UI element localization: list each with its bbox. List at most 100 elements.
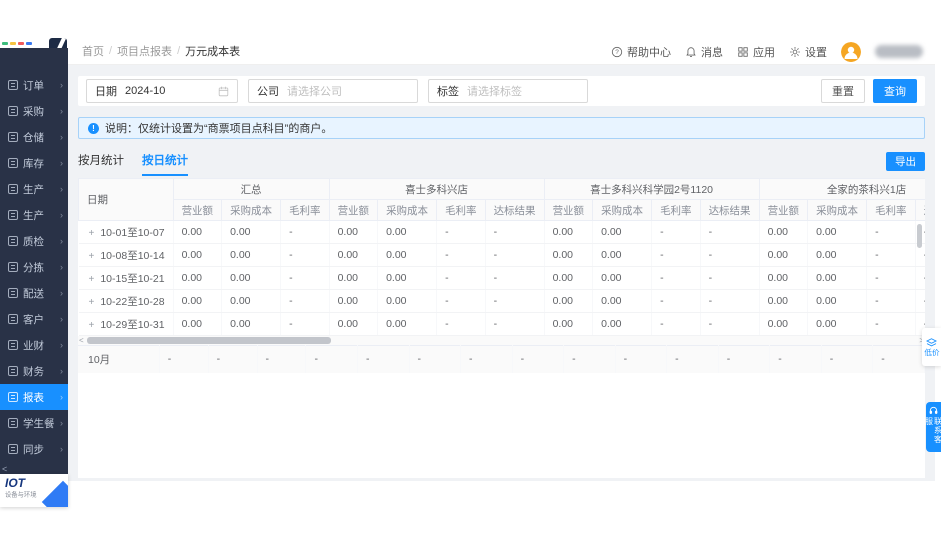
table-cell: - xyxy=(866,312,916,336)
cost-table: 日期 汇总 喜士多科兴店 喜士多科兴科学园2号1120 全家的茶科兴1店 营业额 采购成本毛… xyxy=(78,178,925,336)
sidebar-item-reports[interactable]: 报表 › xyxy=(0,384,68,410)
reports-icon xyxy=(8,392,18,402)
sidebar-item-student-meal[interactable]: 学生餐 › xyxy=(0,410,68,436)
export-button[interactable]: 导出 xyxy=(886,152,925,171)
sidebar-item-label: 分拣 xyxy=(23,261,44,274)
topbar-action-help-center[interactable]: ? 帮助中心 xyxy=(611,44,671,60)
expand-row-icon[interactable]: + xyxy=(89,274,95,285)
sidebar-item-production-2[interactable]: 生产 › xyxy=(0,202,68,228)
query-button[interactable]: 查询 xyxy=(873,79,917,103)
expand-row-icon[interactable]: + xyxy=(89,297,95,308)
column-header-2-0: 营业额 xyxy=(543,199,594,221)
table-cell: 0.00 xyxy=(377,220,438,244)
table-cell: 0.00 xyxy=(329,220,379,244)
reset-button[interactable]: 重置 xyxy=(821,79,865,103)
sidebar-item-label: 采购 xyxy=(23,105,44,118)
sidebar-item-purchase[interactable]: 采购 › xyxy=(0,98,68,124)
summary-cell: - xyxy=(563,345,616,373)
column-header-2-2: 毛利率 xyxy=(651,199,701,221)
sidebar-item-finance[interactable]: 财务 › xyxy=(0,358,68,384)
breadcrumb-item[interactable]: 首页 xyxy=(82,43,104,59)
sidebar-item-customers[interactable]: 客户 › xyxy=(0,306,68,332)
sidebar-item-label: 仓储 xyxy=(23,131,44,144)
customers-icon xyxy=(8,314,18,324)
sidebar-item-orders[interactable]: 订单 › xyxy=(0,72,68,98)
tab-monthly[interactable]: 按月统计 xyxy=(78,152,124,176)
table-cell: 0.00 xyxy=(173,243,223,267)
summary-table: 10月 - - - - - - - - - - - - - - - xyxy=(78,345,925,373)
table-cell: 0.00 xyxy=(377,312,438,336)
filter-bar: 日期 2024-10 公司 请选择公司 标签 请选择标签 重置 查询 xyxy=(78,76,925,106)
app-grid-icon xyxy=(737,46,749,58)
column-group-header-3: 全家的茶科兴1店 xyxy=(758,178,925,200)
table-cell: 0.00 xyxy=(544,243,594,267)
table-cell: - xyxy=(485,266,545,290)
vertical-scrollbar-thumb[interactable] xyxy=(917,224,922,248)
sidebar-item-inventory[interactable]: 库存 › xyxy=(0,150,68,176)
table-cell: 0.00 xyxy=(592,289,653,313)
table-cell: 0.00 xyxy=(807,220,868,244)
production-2-icon xyxy=(8,210,18,220)
date-picker[interactable]: 日期 2024-10 xyxy=(86,79,238,103)
topbar: 首页 / 项目点报表 / 万元成本表 ? 帮助中心 消息 应用 设置 xyxy=(0,38,935,65)
horizontal-scrollbar[interactable]: < > xyxy=(78,336,925,345)
username-blurred[interactable] xyxy=(875,45,923,58)
table-cell: - xyxy=(651,312,701,336)
table-cell: - xyxy=(280,266,330,290)
table-cell: 0.00 xyxy=(759,243,809,267)
chevron-right-icon: › xyxy=(60,80,63,90)
topbar-action-apps[interactable]: 应用 xyxy=(737,44,775,60)
topbar-action-settings[interactable]: 设置 xyxy=(789,44,827,60)
row-date-cell: +10-22至10-28 xyxy=(78,289,174,313)
topbar-action-messages[interactable]: 消息 xyxy=(685,44,723,60)
table-cell: 0.00 xyxy=(592,220,653,244)
expand-row-icon[interactable]: + xyxy=(89,228,95,239)
student-meal-icon xyxy=(8,418,18,428)
horizontal-scrollbar-thumb[interactable] xyxy=(87,337,331,344)
column-header-1-2: 毛利率 xyxy=(436,199,486,221)
sidebar-item-sync[interactable]: 同步 › xyxy=(0,436,68,462)
sidebar-item-quality[interactable]: 质检 › xyxy=(0,228,68,254)
sidebar-item-label: 报表 xyxy=(23,391,44,404)
table-cell: 0.00 xyxy=(544,289,594,313)
sidebar-item-delivery[interactable]: 配送 › xyxy=(0,280,68,306)
column-header-3-1: 采购成本 xyxy=(807,199,868,221)
sidebar-item-sorting[interactable]: 分拣 › xyxy=(0,254,68,280)
breadcrumb-separator: / xyxy=(177,45,181,57)
tab-daily[interactable]: 按日统计 xyxy=(142,152,188,176)
sorting-icon xyxy=(8,262,18,272)
vertical-scrollbar[interactable] xyxy=(917,224,922,336)
avatar[interactable] xyxy=(841,41,861,62)
table-cell: - xyxy=(866,243,916,267)
filter-actions: 重置 查询 xyxy=(821,79,917,103)
sidebar-collapse-icon[interactable]: < xyxy=(2,464,7,474)
purchase-icon xyxy=(8,106,18,116)
sidebar-item-production[interactable]: 生产 › xyxy=(0,176,68,202)
scroll-left-icon[interactable]: < xyxy=(79,336,84,345)
table-cell: - xyxy=(280,243,330,267)
breadcrumb-item[interactable]: 项目点报表 xyxy=(117,43,172,59)
row-date-cell: +10-29至10-31 xyxy=(78,312,174,336)
expand-row-icon[interactable]: + xyxy=(89,320,95,331)
summary-date-cell: 10月 xyxy=(78,345,160,373)
table-cell: - xyxy=(651,243,701,267)
sidebar-item-warehouse[interactable]: 仓储 › xyxy=(0,124,68,150)
table-cell: 0.00 xyxy=(807,266,868,290)
row-date-cell: +10-08至10-14 xyxy=(78,243,174,267)
column-header-0-2: 毛利率 xyxy=(280,199,330,221)
table-cell: - xyxy=(436,289,486,313)
company-select[interactable]: 公司 请选择公司 xyxy=(248,79,418,103)
sidebar-item-biz-finance[interactable]: 业财 › xyxy=(0,332,68,358)
tag-select[interactable]: 标签 请选择标签 xyxy=(428,79,588,103)
table-cell: 0.00 xyxy=(807,289,868,313)
table-cell: - xyxy=(485,243,545,267)
topbar-action-label: 消息 xyxy=(701,46,723,59)
table-cell: 0.00 xyxy=(377,243,438,267)
tabs-row: 按月统计 按日统计 导出 xyxy=(78,149,925,176)
floating-side-tab[interactable]: 低价 xyxy=(922,328,941,366)
tag-label: 标签 xyxy=(437,86,459,98)
gear-icon xyxy=(789,46,801,58)
expand-row-icon[interactable]: + xyxy=(89,251,95,262)
contact-service-button[interactable]: 联系客服 xyxy=(925,402,941,452)
svg-text:?: ? xyxy=(615,49,619,56)
